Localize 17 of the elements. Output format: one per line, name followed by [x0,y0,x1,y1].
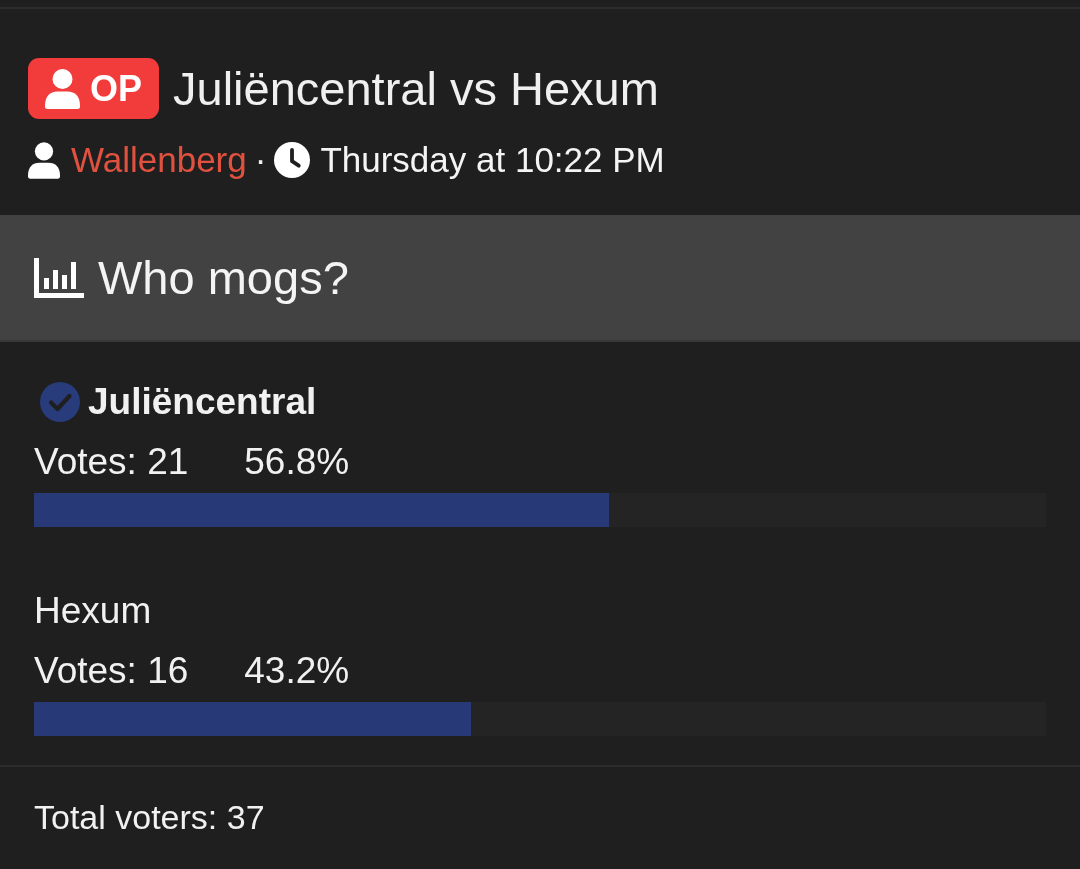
author-link[interactable]: Wallenberg [71,140,247,180]
clock-icon [274,142,311,178]
option-name: Hexum [34,590,152,632]
op-label: OP [90,67,142,110]
vote-percent: 56.8% [244,441,350,483]
bar-chart-icon [34,257,84,298]
total-voters: Total voters: 37 [34,797,265,837]
vote-count: Votes: 16 [34,650,189,692]
vote-percent: 43.2% [244,650,350,692]
poll-question: Who mogs? [98,250,349,305]
post-time: Thursday at 10:22 PM [320,140,665,180]
person-icon [28,141,60,179]
option-name: Juliëncentral [88,381,317,423]
separator-dot: · [254,140,267,180]
vote-count: Votes: 21 [34,441,189,483]
thread-title: Juliëncentral vs Hexum [173,61,659,116]
person-icon [45,68,80,109]
